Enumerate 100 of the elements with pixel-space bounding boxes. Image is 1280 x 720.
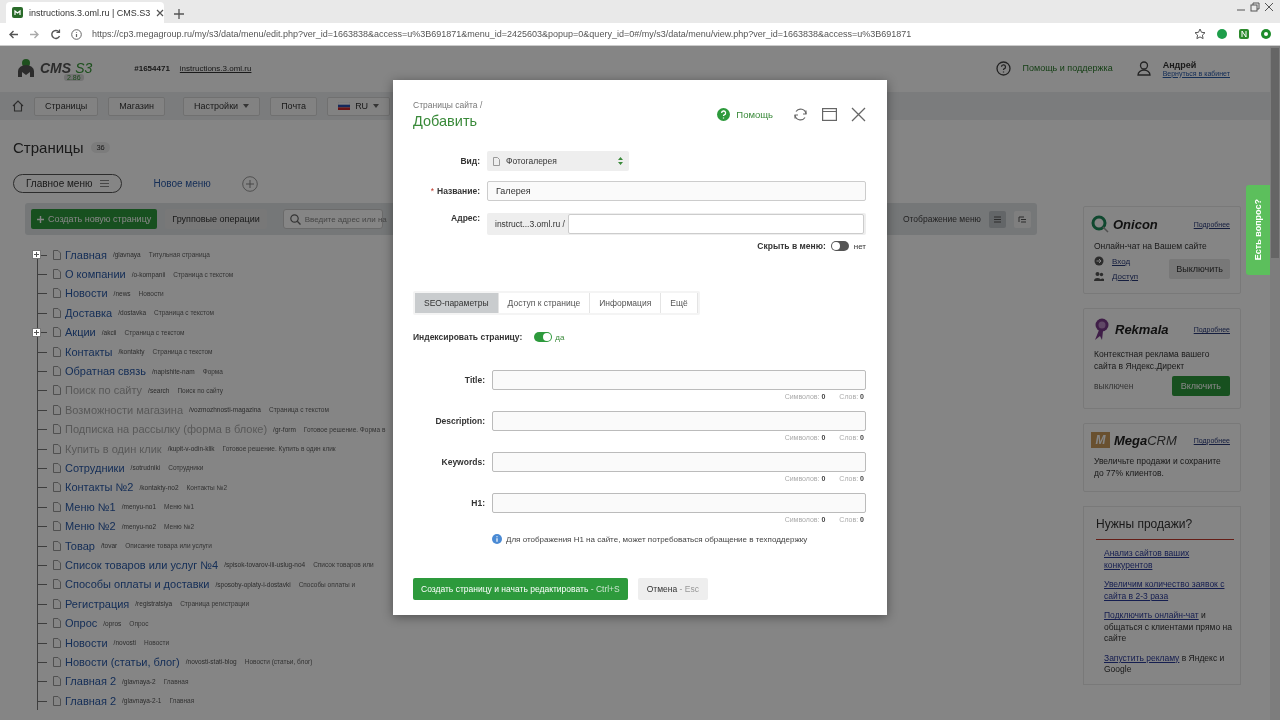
close-icon[interactable]: [156, 8, 165, 17]
link[interactable]: Вход: [1112, 256, 1131, 266]
menu-tab[interactable]: Новое меню: [140, 174, 224, 193]
card-text: Контекстная реклама вашего сайта в Яндекс.Директ: [1093, 349, 1211, 373]
page-title-link[interactable]: Меню №2: [65, 520, 116, 533]
page-title-link[interactable]: О компании: [65, 268, 126, 281]
page-title-link[interactable]: Новости (статьи, блог): [65, 655, 180, 668]
document-icon: [53, 463, 61, 473]
address-input[interactable]: [567, 214, 864, 234]
url-text[interactable]: https://cp3.megagroup.ru/my/s3/data/menu/edit.php?ver_id=1663838&access=u%3B691871&menu_id=2425603&popup=0&query_id=0#/my/s3/data/menu/view.php?ver_id=1663838&access=u%3B691871: [92, 29, 1184, 39]
nav-button[interactable]: Страницы: [34, 96, 99, 116]
document-icon: [53, 288, 61, 299]
document-icon: [53, 579, 61, 590]
field-label: Title:: [463, 375, 485, 385]
help-link[interactable]: Помощь и поддержка: [1022, 63, 1113, 73]
text-input[interactable]: [492, 370, 866, 390]
expand-icon[interactable]: [32, 327, 41, 337]
create-and-edit-button[interactable]: Создать страницу и начать редактировать - Ctrl+S: [413, 578, 628, 600]
sales-item-text: Подключить онлайн-чат и общаться с клиентами прямо на сайте: [1104, 610, 1233, 645]
page-title-link[interactable]: Меню №1: [65, 500, 116, 513]
disable-button[interactable]: Выключить: [1169, 258, 1230, 279]
info-icon[interactable]: [71, 28, 82, 40]
new-tab-icon[interactable]: [174, 9, 184, 19]
text-input[interactable]: [492, 493, 866, 513]
language-selector[interactable]: RU: [327, 96, 391, 116]
info-icon: [492, 534, 502, 544]
caret-icon: [243, 104, 250, 108]
view-toggle[interactable]: [989, 210, 1006, 228]
sales-link[interactable]: Запустить рекламу: [1104, 652, 1180, 663]
home-icon[interactable]: [12, 100, 24, 112]
nav-button[interactable]: Настройки: [183, 96, 261, 116]
tab[interactable]: SEO-параметры: [415, 293, 499, 313]
extension-icon[interactable]: [1216, 28, 1228, 40]
cancel-button[interactable]: Отмена - Esc: [637, 578, 708, 600]
page-title-link[interactable]: Новости: [65, 287, 108, 300]
view-toggle[interactable]: [1014, 210, 1031, 228]
back-icon[interactable]: [8, 28, 19, 40]
page-title-link[interactable]: Акции: [65, 326, 96, 339]
maximize-icon[interactable]: [822, 108, 837, 121]
page-title-link[interactable]: Главная 2: [65, 694, 117, 707]
link[interactable]: Доступ: [1112, 271, 1139, 281]
sales-link[interactable]: Анализ сайтов ваших конкурентов: [1104, 548, 1234, 572]
page-title-link[interactable]: Обратная связь: [65, 365, 147, 378]
user-name: Андрей: [1162, 59, 1198, 70]
scrollbar[interactable]: [1270, 46, 1280, 720]
tab[interactable]: Доступ к странице: [498, 293, 591, 313]
site-id: #1654471: [134, 63, 170, 73]
refresh-icon[interactable]: [793, 107, 808, 122]
sales-link[interactable]: Увеличим количество заявок с сайта в 2-3 раза: [1104, 579, 1234, 603]
document-icon: [53, 598, 61, 609]
status-text: выключен: [1093, 381, 1134, 392]
page-title-link[interactable]: Главная: [65, 248, 107, 261]
enable-button[interactable]: Включить: [1171, 376, 1230, 397]
extension-icon[interactable]: [1260, 28, 1272, 40]
breadcrumb[interactable]: Страницы сайта /: [413, 100, 483, 110]
toggle-state: да: [555, 332, 565, 342]
nav-button[interactable]: Почта: [270, 96, 318, 116]
browser-tab[interactable]: instructions.3.oml.ru | CMS.S3: [6, 2, 164, 23]
document-icon: [53, 385, 61, 396]
restore-icon[interactable]: [1250, 2, 1260, 12]
sales-link[interactable]: Подключить онлайн-чат: [1104, 610, 1199, 621]
document-icon: [53, 656, 61, 667]
site-link[interactable]: instructions.3.oml.ru: [179, 63, 252, 73]
question-tab[interactable]: Есть вопрос?: [1246, 185, 1270, 275]
tab[interactable]: Информация: [590, 293, 662, 313]
page-title-link[interactable]: Контакты: [65, 345, 113, 358]
tab[interactable]: Ещё: [661, 293, 698, 313]
page-title-link[interactable]: Новости: [65, 636, 108, 649]
help-circle-icon[interactable]: [995, 60, 1011, 76]
document-icon: [53, 540, 61, 551]
page-title-link[interactable]: Регистрация: [65, 597, 130, 610]
close-icon[interactable]: [851, 107, 866, 122]
caret-icon: [373, 104, 380, 108]
forward-icon[interactable]: [29, 28, 40, 40]
help-link[interactable]: Помощь: [717, 108, 773, 121]
type-select[interactable]: Фотогалерея: [487, 151, 629, 171]
page-title-link[interactable]: Сотрудники: [65, 462, 125, 474]
text-input[interactable]: [492, 411, 866, 431]
add-menu-icon[interactable]: [241, 175, 258, 192]
close-icon[interactable]: [1264, 2, 1274, 12]
name-input[interactable]: Галерея: [487, 181, 866, 201]
field-label: Адрес:: [450, 213, 480, 223]
page-title-link[interactable]: Доставка: [65, 306, 113, 319]
toggle-switch[interactable]: [830, 241, 849, 251]
nav-button[interactable]: Магазин: [108, 96, 165, 116]
create-page-button[interactable]: Создать новую страницу: [31, 209, 158, 229]
page-title-link[interactable]: Контакты №2: [65, 481, 134, 494]
toggle-switch[interactable]: [534, 332, 553, 342]
text-input[interactable]: [492, 452, 866, 472]
logo-person-icon: [16, 58, 36, 78]
page-title-link[interactable]: Главная 2: [65, 675, 117, 688]
page-title-link[interactable]: Товар: [65, 539, 95, 552]
page-title-link[interactable]: Опрос: [65, 617, 98, 630]
reload-icon[interactable]: [50, 28, 61, 40]
star-icon[interactable]: [1194, 28, 1206, 40]
extension-icon[interactable]: [1238, 28, 1250, 40]
expand-icon[interactable]: [32, 250, 41, 260]
page-title-link[interactable]: Список товаров или услуг №4: [65, 558, 219, 571]
page-title-link[interactable]: Способы оплаты и доставки: [65, 578, 210, 591]
logo-text: CMS: [40, 60, 72, 76]
